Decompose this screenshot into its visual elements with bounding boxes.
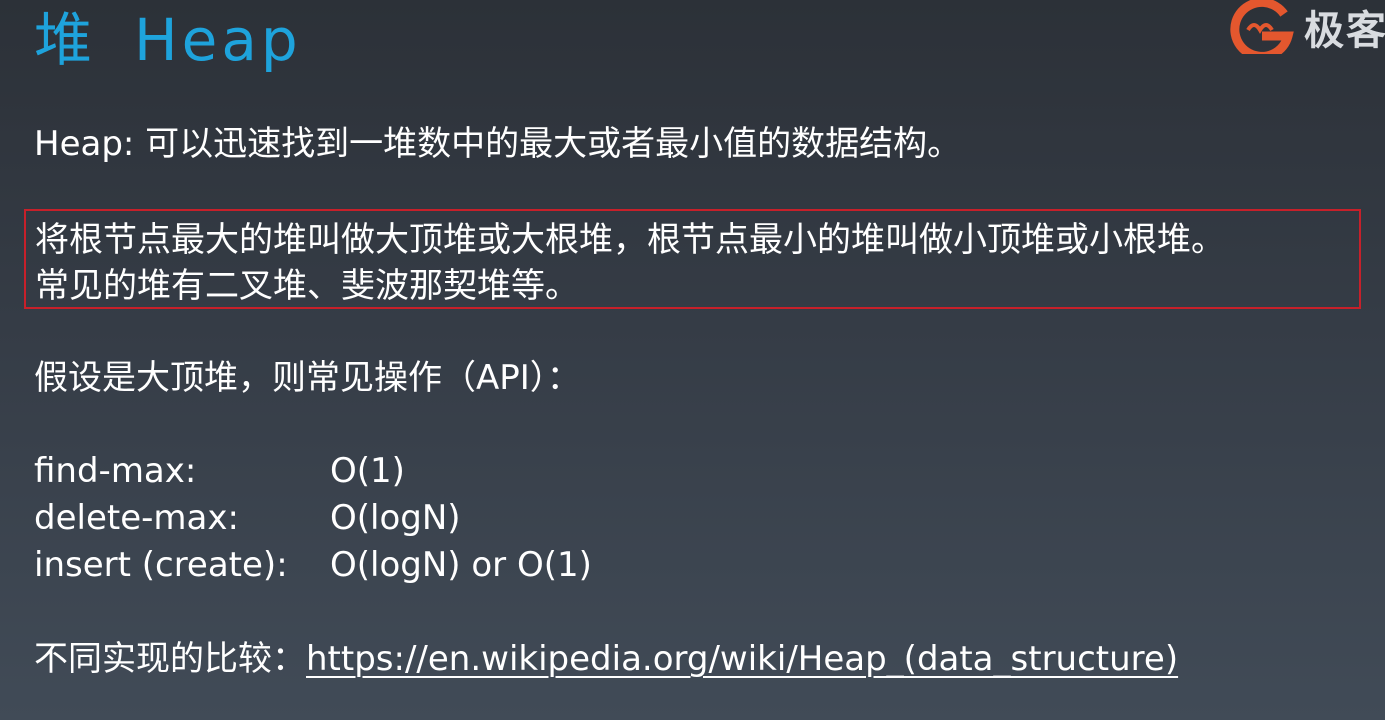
title-english: Heap: [134, 6, 302, 74]
operation-name: delete-max:: [34, 498, 239, 538]
operations-list: find-max: O(1) delete-max: O(logN) inser…: [34, 448, 592, 589]
operation-complexity: O(1): [330, 451, 405, 491]
wikipedia-link[interactable]: https://en.wikipedia.org/wiki/Heap_(data…: [306, 639, 1178, 679]
geekbang-logo: 极客: [1226, 0, 1385, 54]
logo-text: 极客: [1304, 8, 1385, 54]
comparison-label: 不同实现的比较：: [34, 639, 306, 679]
logo-icon: [1230, 0, 1294, 54]
operation-row: delete-max: O(logN): [34, 495, 592, 542]
comparison-line: 不同实现的比较：https://en.wikipedia.org/wiki/He…: [34, 636, 1178, 682]
slide-title: 堆 Heap: [34, 4, 302, 76]
operation-row: insert (create): O(logN) or O(1): [34, 542, 592, 589]
title-chinese: 堆: [34, 6, 97, 74]
highlight-box: 将根节点最大的堆叫做大顶堆或大根堆，根节点最小的堆叫做小顶堆或小根堆。 常见的堆…: [24, 209, 1361, 309]
highlight-line-2: 常见的堆有二叉堆、斐波那契堆等。: [35, 266, 579, 306]
operation-row: find-max: O(1): [34, 448, 592, 495]
api-intro: 假设是大顶堆，则常见操作（API）：: [34, 358, 581, 398]
operation-complexity: O(logN): [330, 498, 461, 538]
operation-name: find-max:: [34, 451, 197, 491]
highlight-line-1: 将根节点最大的堆叫做大顶堆或大根堆，根节点最小的堆叫做小顶堆或小根堆。: [35, 220, 1225, 260]
operation-complexity: O(logN) or O(1): [330, 545, 592, 585]
operation-name: insert (create):: [34, 545, 288, 585]
heap-definition: Heap: 可以迅速找到一堆数中的最大或者最小值的数据结构。: [34, 124, 962, 164]
